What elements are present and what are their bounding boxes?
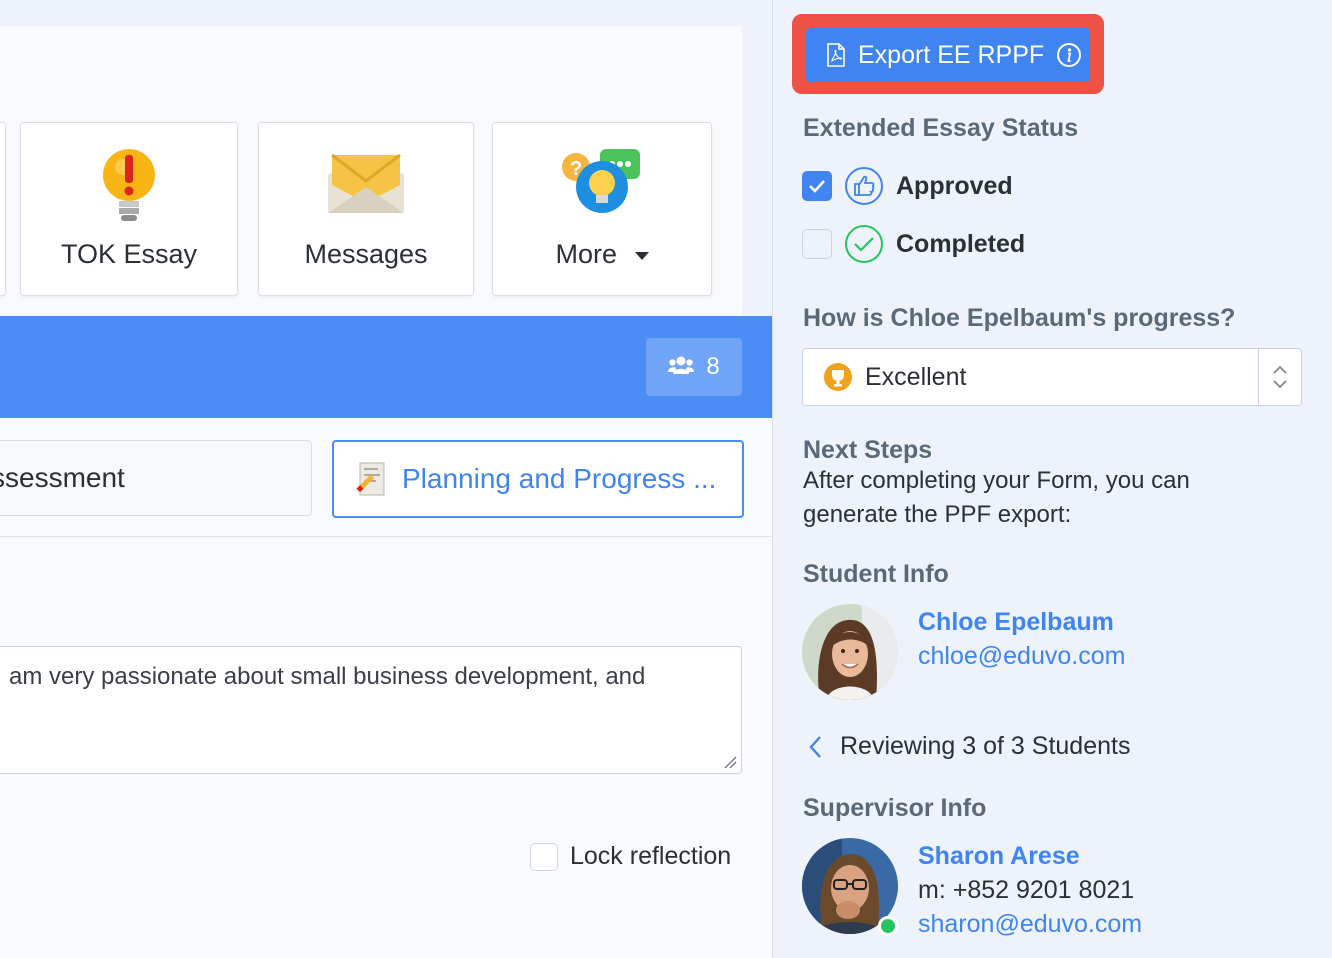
tile-partial[interactable] <box>0 122 6 296</box>
online-status-indicator <box>878 916 898 936</box>
resize-handle-icon[interactable] <box>723 755 737 769</box>
supervisor-info-title: Supervisor Info <box>803 794 987 822</box>
select-arrows-icon <box>1258 349 1301 405</box>
tile-label: Messages <box>304 239 428 269</box>
chevron-left-icon[interactable] <box>808 735 822 759</box>
tab-assessment[interactable]: ssessment <box>0 440 312 516</box>
tab-planning-progress[interactable]: Planning and Progress ... <box>332 440 744 518</box>
members-count: 8 <box>706 353 720 380</box>
tile-messages[interactable]: Messages <box>258 122 474 296</box>
reflection-text: am very passionate about small business … <box>9 663 646 690</box>
progress-value: Excellent <box>865 362 967 391</box>
idea-chat-icon: ? <box>560 145 644 222</box>
student-name-link[interactable]: Chloe Epelbaum <box>918 608 1114 637</box>
supervisor-name-link[interactable]: Sharon Arese <box>918 842 1080 871</box>
caret-down-icon <box>634 251 649 260</box>
approved-label: Approved <box>896 171 1013 200</box>
members-button[interactable]: 8 <box>646 338 742 396</box>
completed-label: Completed <box>896 229 1026 258</box>
reflection-textarea[interactable]: am very passionate about small business … <box>0 646 742 774</box>
progress-selected: Excellent <box>803 362 1258 392</box>
section-divider <box>0 536 772 537</box>
student-avatar <box>802 604 898 700</box>
student-info-title: Student Info <box>803 560 949 588</box>
tile-tok-essay[interactable]: TOK Essay <box>20 122 238 296</box>
tile-label: TOK Essay <box>60 239 198 269</box>
thumbs-up-icon <box>844 166 884 206</box>
tile-label: More <box>493 239 711 270</box>
approved-checkbox[interactable] <box>802 171 832 201</box>
completed-checkbox[interactable] <box>802 229 832 259</box>
status-title: Extended Essay Status <box>803 114 1079 142</box>
lock-reflection-toggle[interactable]: Lock reflection <box>530 842 731 871</box>
lock-reflection-checkbox[interactable] <box>530 842 558 871</box>
progress-question: How is Chloe Epelbaum's progress? <box>803 304 1236 332</box>
status-completed[interactable]: Completed <box>802 224 1025 264</box>
pdf-file-icon <box>826 43 846 67</box>
reviewing-navigator: Reviewing 3 of 3 Students <box>808 732 1130 761</box>
next-steps-title: Next Steps <box>803 436 933 464</box>
supervisor-email-link[interactable]: sharon@eduvo.com <box>918 910 1142 939</box>
planning-document-icon <box>354 461 390 497</box>
lock-reflection-label: Lock reflection <box>570 842 732 870</box>
export-label: Export EE RPPF <box>858 40 1045 69</box>
lightbulb-alert-icon <box>99 145 159 230</box>
tile-more[interactable]: ? More <box>492 122 712 296</box>
users-icon <box>668 353 695 381</box>
progress-select[interactable]: Excellent <box>802 348 1302 406</box>
info-icon[interactable] <box>1056 42 1082 68</box>
trophy-icon <box>823 362 853 392</box>
reviewing-text: Reviewing 3 of 3 Students <box>840 732 1131 760</box>
export-ee-rppf-button[interactable]: Export EE RPPF <box>806 28 1090 82</box>
envelope-icon <box>326 151 406 222</box>
check-circle-icon <box>844 224 884 264</box>
supervisor-phone: m: +852 9201 8021 <box>918 876 1135 904</box>
next-steps-line-2: generate the PPF export: <box>803 501 1072 528</box>
next-steps-line-1: After completing your Form, you can <box>803 467 1190 494</box>
status-approved[interactable]: Approved <box>802 166 1013 206</box>
student-email-link[interactable]: chloe@eduvo.com <box>918 642 1125 671</box>
